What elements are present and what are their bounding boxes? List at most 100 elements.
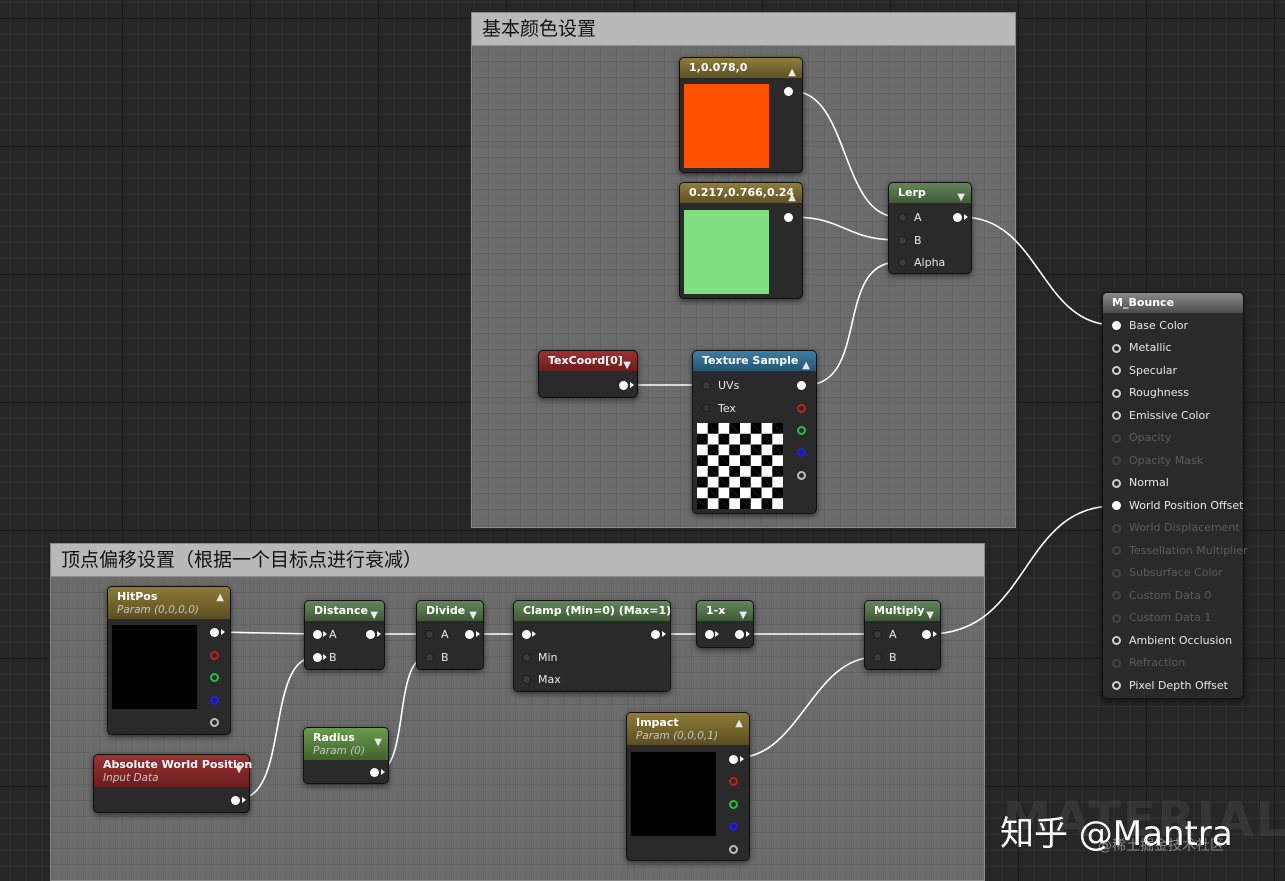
output-pin-a[interactable] <box>797 471 806 480</box>
input-pin-specular[interactable] <box>1112 366 1121 375</box>
input-pin-a[interactable] <box>898 213 907 222</box>
input-pin-uvs[interactable] <box>702 381 711 390</box>
node-one-minus[interactable]: 1-x ▼ <box>696 600 754 648</box>
collapse-triangle-icon[interactable]: ▲ <box>216 592 224 603</box>
node-lerp[interactable]: Lerp ▼ A B Alpha <box>888 182 972 274</box>
input-pin-b[interactable] <box>898 236 907 245</box>
input-pin-opacity[interactable] <box>1112 434 1121 443</box>
output-pin-rgb[interactable] <box>729 755 738 764</box>
input-pin-b[interactable] <box>313 653 322 662</box>
output-pin[interactable] <box>370 768 379 777</box>
output-pin[interactable] <box>784 213 793 222</box>
node-clamp[interactable]: Clamp (Min=0) (Max=1) Min Max <box>513 600 671 692</box>
comment-title-base-color[interactable]: 基本颜色设置 <box>472 13 1015 46</box>
collapse-triangle-icon[interactable]: ▲ <box>802 356 810 376</box>
input-pin-metallic[interactable] <box>1112 344 1121 353</box>
dropdown-arrow-icon[interactable]: ▼ <box>926 606 934 626</box>
input-pin-value[interactable] <box>522 630 531 639</box>
dropdown-arrow-icon[interactable]: ▼ <box>957 188 965 208</box>
collapse-triangle-icon[interactable]: ▲ <box>788 188 796 208</box>
node-constant-orange[interactable]: 1,0.078,0 ▲ <box>679 57 803 173</box>
output-pin[interactable] <box>619 381 628 390</box>
input-pin-refraction[interactable] <box>1112 659 1121 668</box>
node-texture-sample[interactable]: Texture Sample ▲ UVs Tex <box>692 350 817 514</box>
node-texcoord[interactable]: TexCoord[0] ▼ <box>538 350 638 398</box>
input-pin-pixel-depth-offset[interactable] <box>1112 681 1121 690</box>
node-absolute-world-position[interactable]: Absolute World Position Input Data ▼ <box>93 754 253 813</box>
pin-label-b: B <box>441 651 449 664</box>
output-pin-rgb[interactable] <box>210 628 219 637</box>
output-pin[interactable] <box>784 87 793 96</box>
dropdown-arrow-icon[interactable]: ▼ <box>739 606 747 626</box>
output-pin-g[interactable] <box>797 426 806 435</box>
output-pin-a[interactable] <box>210 718 219 727</box>
dropdown-arrow-icon[interactable]: ▼ <box>469 606 477 626</box>
node-title: 1-x <box>706 604 726 617</box>
collapse-triangle-icon[interactable]: ▲ <box>788 63 796 83</box>
output-pin-rgb[interactable] <box>797 381 806 390</box>
input-label-custom-data-1: Custom Data 1 <box>1129 611 1212 624</box>
input-pin-base-color[interactable] <box>1112 321 1121 330</box>
input-pin-custom-data-1[interactable] <box>1112 614 1121 623</box>
input-pin-emissive[interactable] <box>1112 411 1121 420</box>
output-pin[interactable] <box>651 630 660 639</box>
collapse-triangle-icon[interactable]: ▲ <box>735 718 743 729</box>
node-multiply[interactable]: Multiply ▼ A B <box>864 600 941 670</box>
resize-grip-icon[interactable] <box>1000 512 1012 524</box>
output-pin-r[interactable] <box>797 404 806 413</box>
input-pin-b[interactable] <box>873 653 882 662</box>
input-pin-b[interactable] <box>425 653 434 662</box>
input-pin-a[interactable] <box>425 630 434 639</box>
input-pin-opacity-mask[interactable] <box>1112 456 1121 465</box>
output-pin-r[interactable] <box>729 777 738 786</box>
node-hitpos-param[interactable]: HitPos Param (0,0,0,0) ▲ <box>107 586 231 735</box>
output-pin-b[interactable] <box>210 696 219 705</box>
input-pin-custom-data-0[interactable] <box>1112 591 1121 600</box>
input-pin-max[interactable] <box>522 675 531 684</box>
dropdown-arrow-icon[interactable]: ▼ <box>374 737 382 748</box>
output-pin-b[interactable] <box>729 822 738 831</box>
node-distance[interactable]: Distance ▼ A B <box>304 600 385 670</box>
output-pin-b[interactable] <box>797 448 806 457</box>
input-pin-a[interactable] <box>873 630 882 639</box>
output-pin[interactable] <box>953 213 962 222</box>
input-pin-world-position-offset[interactable] <box>1112 501 1121 510</box>
node-radius-param[interactable]: Radius Param (0) ▼ <box>303 727 389 784</box>
input-pin-ambient-occlusion[interactable] <box>1112 636 1121 645</box>
output-pin[interactable] <box>231 796 240 805</box>
input-pin-world-displacement[interactable] <box>1112 524 1121 533</box>
input-pin-normal[interactable] <box>1112 479 1121 488</box>
comment-title-vertex-offset[interactable]: 顶点偏移设置（根据一个目标点进行衰减） <box>51 544 984 577</box>
node-divide[interactable]: Divide ▼ A B <box>416 600 484 670</box>
input-pin-alpha[interactable] <box>898 258 907 267</box>
input-pin-subsurface[interactable] <box>1112 569 1121 578</box>
input-pin-roughness[interactable] <box>1112 389 1121 398</box>
input-pin-tex[interactable] <box>702 404 710 412</box>
output-pin[interactable] <box>735 630 744 639</box>
node-title: Divide <box>426 604 466 617</box>
output-pin-g[interactable] <box>729 800 738 809</box>
input-pin-min[interactable] <box>522 653 531 662</box>
output-pin[interactable] <box>366 630 375 639</box>
dropdown-arrow-icon[interactable]: ▼ <box>370 606 378 626</box>
output-pin-g[interactable] <box>210 673 219 682</box>
output-pin-a[interactable] <box>729 845 738 854</box>
node-header: Divide ▼ <box>417 601 483 621</box>
node-title: Absolute World Position <box>103 758 253 771</box>
output-pin-r[interactable] <box>210 651 219 660</box>
node-title: HitPos <box>117 590 158 603</box>
node-impact-param[interactable]: Impact Param (0,0,0,1) ▲ <box>626 712 750 861</box>
input-arrow-icon <box>532 631 536 637</box>
input-pin[interactable] <box>705 630 714 639</box>
output-pin[interactable] <box>922 630 931 639</box>
dropdown-arrow-icon[interactable]: ▼ <box>235 764 243 775</box>
input-pin-tessellation[interactable] <box>1112 546 1121 555</box>
output-pin[interactable] <box>465 630 474 639</box>
node-title: Distance <box>314 604 368 617</box>
input-pin-a[interactable] <box>313 630 322 639</box>
node-title: Lerp <box>898 186 926 199</box>
node-header: 1-x ▼ <box>697 601 753 621</box>
node-constant-green[interactable]: 0.217,0.766,0.24 ▲ <box>679 182 803 299</box>
dropdown-arrow-icon[interactable]: ▼ <box>623 356 631 376</box>
node-material-result[interactable]: M_Bounce Base Color Metallic Specular Ro… <box>1102 292 1248 699</box>
